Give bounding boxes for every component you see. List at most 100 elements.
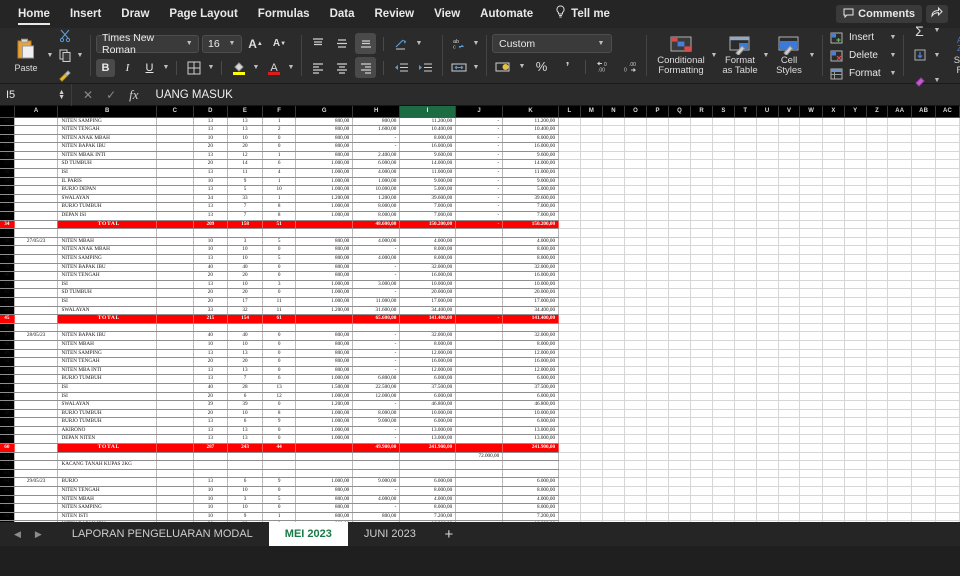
cell-AA27[interactable]: [887, 159, 913, 170]
row-header-44[interactable]: 44: [0, 306, 15, 316]
cell-P38[interactable]: [646, 254, 669, 264]
cell-N33[interactable]: [602, 211, 626, 221]
cell-Q50[interactable]: [668, 357, 692, 367]
cell-Y31[interactable]: [844, 194, 867, 204]
cell-AC34[interactable]: [935, 220, 960, 230]
cell-X55[interactable]: [822, 400, 845, 410]
table-row[interactable]: 63: [0, 469, 960, 479]
cell-X57[interactable]: [822, 417, 845, 427]
cell-I33[interactable]: 7.000,00: [399, 211, 457, 221]
fill-chevron-down-icon[interactable]: ▼: [933, 52, 941, 59]
cell-I30[interactable]: 5.000,00: [399, 185, 457, 195]
cell-AA66[interactable]: [887, 495, 913, 505]
cell-AC37[interactable]: [935, 245, 960, 255]
cell-R33[interactable]: [690, 211, 714, 221]
cell-G54[interactable]: 1.000,00: [295, 392, 354, 402]
cell-H39[interactable]: -: [352, 263, 401, 273]
cell-AA65[interactable]: [887, 486, 913, 496]
ribbon-tab-view[interactable]: View: [424, 0, 470, 28]
cell-P35[interactable]: [646, 228, 669, 238]
cell-L39[interactable]: [558, 263, 581, 273]
cell-K37[interactable]: 8.000,00: [502, 245, 560, 255]
cell-E52[interactable]: 7: [227, 374, 263, 384]
cell-AB35[interactable]: [911, 228, 936, 238]
cell-M43[interactable]: [580, 297, 604, 307]
table-row[interactable]: 65 NITEN TENGAH 10 10 0 800,00-8.000,00 8.000,…: [0, 486, 960, 496]
cell-B31[interactable]: SWALAYAN: [57, 194, 158, 204]
cell-S42[interactable]: [712, 288, 735, 298]
cell-V59[interactable]: [778, 434, 801, 445]
cell-I44[interactable]: 34.400,00: [399, 306, 457, 316]
cell-D27[interactable]: 20: [193, 159, 229, 170]
cell-I23[interactable]: 10.400,00: [399, 125, 457, 135]
cell-F65[interactable]: 0: [262, 486, 297, 496]
cell-AC36[interactable]: [935, 237, 960, 247]
cell-R22[interactable]: [690, 117, 714, 127]
cell-X28[interactable]: [822, 168, 845, 178]
cell-B35[interactable]: [57, 228, 158, 238]
cell-B28[interactable]: ISI: [57, 168, 158, 178]
cell-A56[interactable]: [14, 409, 59, 419]
cell-J41[interactable]: [455, 280, 504, 290]
cell-X51[interactable]: [822, 366, 845, 376]
cell-AA39[interactable]: [887, 263, 913, 273]
cell-J34[interactable]: -: [455, 220, 504, 230]
cell-Q46[interactable]: [668, 323, 692, 333]
cell-W33[interactable]: [799, 211, 823, 221]
cell-G25[interactable]: 800,00: [295, 142, 354, 152]
cell-AC33[interactable]: [935, 211, 960, 221]
cell-C61[interactable]: [156, 452, 194, 462]
cell-P26[interactable]: [646, 151, 669, 161]
cell-S68[interactable]: [712, 512, 735, 522]
cell-M59[interactable]: [580, 434, 604, 445]
cell-P52[interactable]: [646, 374, 669, 384]
cell-F31[interactable]: 1: [262, 194, 297, 204]
cell-B45[interactable]: TOTAL: [57, 314, 158, 324]
cell-D45[interactable]: 215: [193, 314, 229, 324]
cell-J28[interactable]: -: [455, 168, 504, 178]
cell-K29[interactable]: 9.000,00: [502, 177, 560, 187]
cell-D54[interactable]: 20: [193, 392, 229, 402]
cell-K26[interactable]: 9.600,00: [502, 151, 560, 161]
cell-F33[interactable]: 8: [262, 211, 297, 221]
cell-V43[interactable]: [778, 297, 801, 307]
cell-X37[interactable]: [822, 245, 845, 255]
row-header-46[interactable]: 46: [0, 323, 15, 333]
cell-AC39[interactable]: [935, 263, 960, 273]
cell-L50[interactable]: [558, 357, 581, 367]
cell-Q43[interactable]: [668, 297, 692, 307]
cell-X66[interactable]: [822, 495, 845, 505]
cell-AC66[interactable]: [935, 495, 960, 505]
cell-B52[interactable]: BURJO TUMBUH: [57, 374, 158, 384]
cell-T56[interactable]: [734, 409, 757, 419]
cell-P55[interactable]: [646, 400, 669, 410]
cell-AA45[interactable]: [887, 314, 913, 324]
cell-I22[interactable]: 11.200,00: [399, 117, 457, 127]
cell-F60[interactable]: 44: [262, 443, 297, 453]
cell-E58[interactable]: 13: [227, 426, 263, 436]
cell-AB54[interactable]: [911, 392, 936, 402]
cell-Y57[interactable]: [844, 417, 867, 427]
cell-P31[interactable]: [646, 194, 669, 204]
cell-P48[interactable]: [646, 340, 669, 350]
cell-V68[interactable]: [778, 512, 801, 522]
cell-M57[interactable]: [580, 417, 604, 427]
cell-I31[interactable]: 39.600,00: [399, 194, 457, 204]
cell-U49[interactable]: [756, 349, 779, 359]
cell-T37[interactable]: [734, 245, 757, 255]
row-header-57[interactable]: 57: [0, 417, 15, 427]
cell-T62[interactable]: [734, 460, 757, 470]
cell-Z34[interactable]: [866, 220, 889, 230]
cell-L64[interactable]: [558, 477, 581, 488]
cell-V52[interactable]: [778, 374, 801, 384]
cell-W23[interactable]: [799, 125, 823, 135]
tell-me-search[interactable]: Tell me: [543, 5, 610, 23]
cell-T49[interactable]: [734, 349, 757, 359]
cell-Y23[interactable]: [844, 125, 867, 135]
cell-M63[interactable]: [580, 469, 604, 479]
cell-X41[interactable]: [822, 280, 845, 290]
cell-V25[interactable]: [778, 142, 801, 152]
ribbon-tab-data[interactable]: Data: [320, 0, 365, 28]
cell-J44[interactable]: [455, 306, 504, 316]
cell-L28[interactable]: [558, 168, 581, 178]
